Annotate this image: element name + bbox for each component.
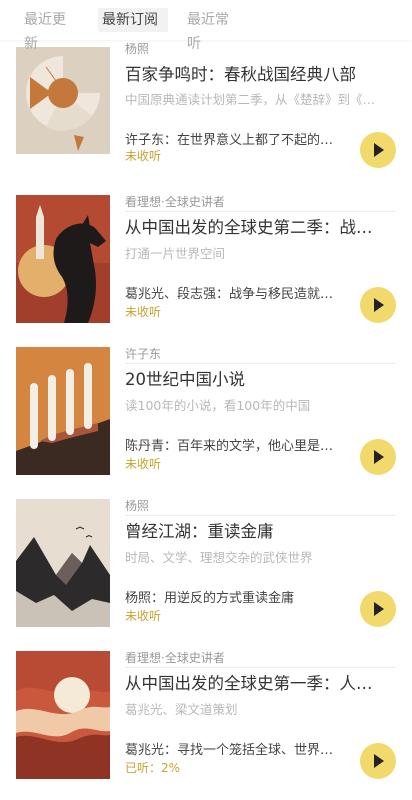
course-subtitle: 时局、文学、理想交杂的武侠世界: [125, 550, 313, 565]
play-icon: [374, 602, 384, 616]
course-subtitle: 中国原典通读计划第二季，从《楚辞》到《…: [125, 92, 376, 107]
course-meta: 看理想·全球史讲者 从中国出发的全球史第一季：人… 葛兆光、梁文道策划 葛兆光：…: [125, 651, 396, 779]
listen-status: 未收听: [125, 149, 162, 163]
course-title[interactable]: 曾经江湖：重读金庸: [125, 521, 396, 543]
listen-status: 已听：2%: [125, 761, 181, 775]
latest-episode[interactable]: 陈丹青：百年来的文学，他心里是一…: [125, 438, 340, 456]
course-title[interactable]: 20世纪中国小说: [125, 369, 396, 391]
course-author: 杨照: [125, 42, 150, 56]
course-author: 许子东: [125, 347, 162, 361]
play-button[interactable]: [360, 132, 396, 168]
play-icon: [374, 754, 384, 768]
listen-status: 未收听: [125, 457, 162, 471]
latest-episode[interactable]: 杨照：用逆反的方式重读金庸: [125, 590, 340, 608]
course-subtitle: 葛兆光、梁文道策划: [125, 702, 238, 717]
course-cover[interactable]: [16, 499, 110, 627]
play-button[interactable]: [360, 743, 396, 779]
listen-status: 未收听: [125, 305, 162, 319]
tab-recent-updates[interactable]: 最近更新: [20, 8, 82, 52]
subscription-list: 杨照 百家争鸣时：春秋战国经典八部 中国原典通读计划第二季，从《楚辞》到《… 许…: [0, 0, 412, 800]
course-card[interactable]: 许子东 20世纪中国小说 读100年的小说，看100年的中国 陈丹青：百年来的文…: [0, 347, 412, 487]
course-card[interactable]: 看理想·全球史讲者 从中国出发的全球史第一季：人… 葛兆光、梁文道策划 葛兆光：…: [0, 651, 412, 791]
course-author: 看理想·全球史讲者: [125, 651, 225, 665]
latest-episode[interactable]: 葛兆光、段志强：战争与移民造就的…: [125, 286, 340, 304]
course-cover[interactable]: [16, 347, 110, 475]
mountains-cover: [16, 499, 110, 627]
course-meta: 许子东 20世纪中国小说 读100年的小说，看100年的中国 陈丹青：百年来的文…: [125, 347, 396, 475]
divider: [125, 667, 396, 668]
course-meta: 杨照 百家争鸣时：春秋战国经典八部 中国原典通读计划第二季，从《楚辞》到《… 许…: [125, 40, 396, 168]
horse-and-shield-cover: [16, 195, 110, 323]
course-title[interactable]: 从中国出发的全球史第二季：战…: [125, 217, 396, 239]
divider: [125, 363, 396, 364]
course-title[interactable]: 百家争鸣时：春秋战国经典八部: [125, 64, 396, 86]
listen-status: 未收听: [125, 609, 162, 623]
tab-bar: 最近更新 最新订阅 最近常听: [0, 0, 412, 52]
divider: [125, 211, 396, 212]
course-cover[interactable]: [16, 40, 110, 154]
course-meta: 看理想·全球史讲者 从中国出发的全球史第二季：战… 打通一片世界空间 葛兆光、段…: [125, 195, 396, 323]
course-title[interactable]: 从中国出发的全球史第一季：人…: [125, 673, 396, 695]
tab-latest-subscriptions[interactable]: 最新订阅: [98, 8, 168, 32]
course-card[interactable]: 杨照 百家争鸣时：春秋战国经典八部 中国原典通读计划第二季，从《楚辞》到《… 许…: [0, 40, 412, 180]
play-icon: [374, 450, 384, 464]
play-icon: [374, 143, 384, 157]
course-subtitle: 读100年的小说，看100年的中国: [125, 398, 311, 413]
play-button[interactable]: [360, 591, 396, 627]
columns-cover: [16, 347, 110, 475]
tab-frequently-played[interactable]: 最近常听: [183, 8, 245, 52]
play-button[interactable]: [360, 439, 396, 475]
play-button[interactable]: [360, 287, 396, 323]
play-icon: [374, 298, 384, 312]
broken-disc-cover: [16, 47, 110, 154]
divider: [125, 515, 396, 516]
course-author: 杨照: [125, 499, 150, 513]
course-subtitle: 打通一片世界空间: [125, 246, 226, 261]
course-cover[interactable]: [16, 651, 110, 779]
course-cover[interactable]: [16, 195, 110, 323]
course-card[interactable]: 看理想·全球史讲者 从中国出发的全球史第二季：战… 打通一片世界空间 葛兆光、段…: [0, 195, 412, 335]
course-meta: 杨照 曾经江湖：重读金庸 时局、文学、理想交杂的武侠世界 杨照：用逆反的方式重读…: [125, 499, 396, 627]
sunset-waves-cover: [16, 651, 110, 779]
course-card[interactable]: 杨照 曾经江湖：重读金庸 时局、文学、理想交杂的武侠世界 杨照：用逆反的方式重读…: [0, 499, 412, 639]
course-author: 看理想·全球史讲者: [125, 195, 225, 209]
latest-episode[interactable]: 葛兆光：寻找一个笼括全球、世界互…: [125, 742, 340, 760]
